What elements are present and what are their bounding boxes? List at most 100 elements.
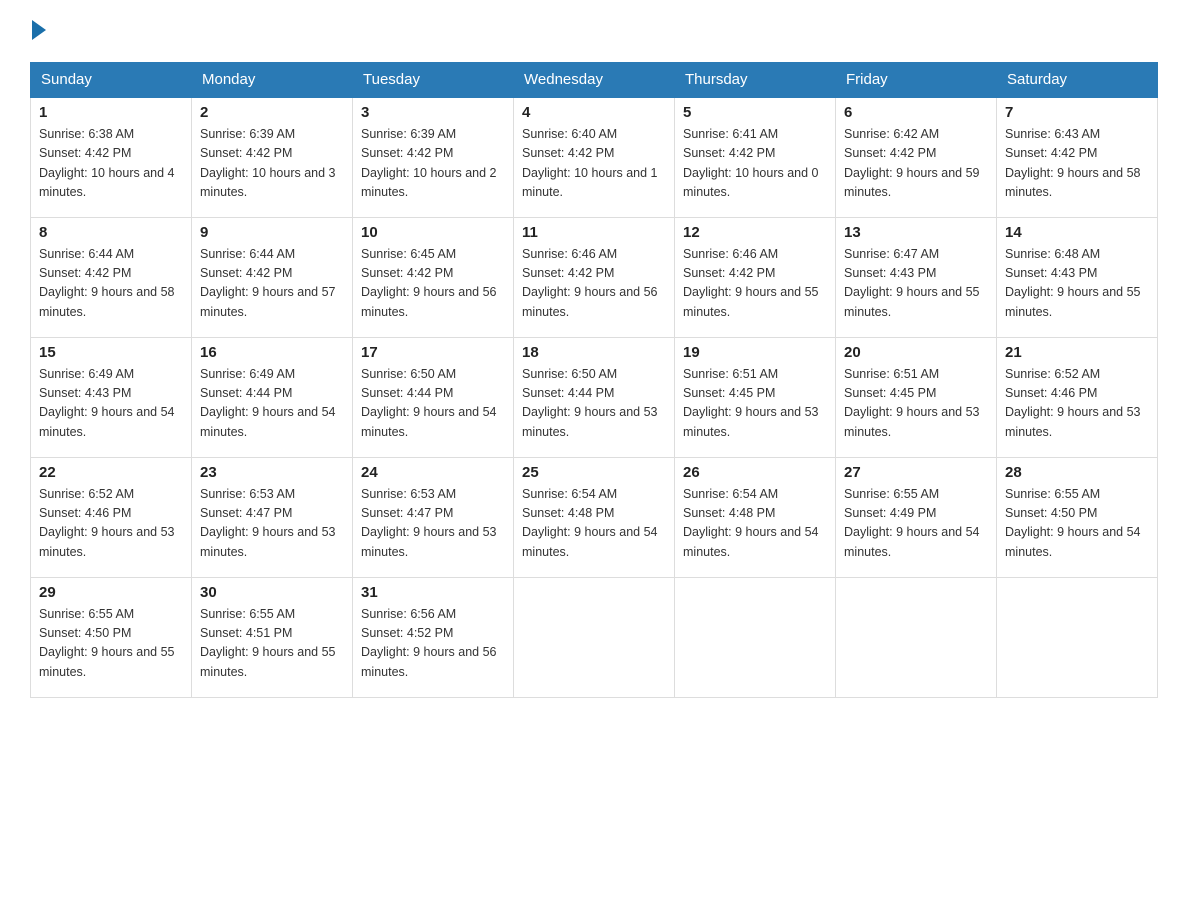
- day-info: Sunrise: 6:41 AMSunset: 4:42 PMDaylight:…: [683, 127, 819, 199]
- day-number: 9: [200, 224, 344, 241]
- day-number: 13: [844, 224, 988, 241]
- day-info: Sunrise: 6:55 AMSunset: 4:51 PMDaylight:…: [200, 607, 336, 679]
- day-info: Sunrise: 6:46 AMSunset: 4:42 PMDaylight:…: [683, 247, 819, 319]
- day-info: Sunrise: 6:43 AMSunset: 4:42 PMDaylight:…: [1005, 127, 1141, 199]
- logo-blue-container: [30, 20, 46, 44]
- calendar-cell: 18 Sunrise: 6:50 AMSunset: 4:44 PMDaylig…: [514, 337, 675, 457]
- day-info: Sunrise: 6:39 AMSunset: 4:42 PMDaylight:…: [361, 127, 497, 199]
- calendar-cell: 1 Sunrise: 6:38 AMSunset: 4:42 PMDayligh…: [31, 97, 192, 217]
- day-info: Sunrise: 6:48 AMSunset: 4:43 PMDaylight:…: [1005, 247, 1141, 319]
- calendar-week-row: 8 Sunrise: 6:44 AMSunset: 4:42 PMDayligh…: [31, 217, 1158, 337]
- day-number: 6: [844, 104, 988, 121]
- calendar-cell: 20 Sunrise: 6:51 AMSunset: 4:45 PMDaylig…: [836, 337, 997, 457]
- calendar-cell: 24 Sunrise: 6:53 AMSunset: 4:47 PMDaylig…: [353, 457, 514, 577]
- day-info: Sunrise: 6:42 AMSunset: 4:42 PMDaylight:…: [844, 127, 980, 199]
- calendar-cell: 3 Sunrise: 6:39 AMSunset: 4:42 PMDayligh…: [353, 97, 514, 217]
- calendar-cell: 4 Sunrise: 6:40 AMSunset: 4:42 PMDayligh…: [514, 97, 675, 217]
- day-info: Sunrise: 6:50 AMSunset: 4:44 PMDaylight:…: [361, 367, 497, 439]
- day-info: Sunrise: 6:55 AMSunset: 4:49 PMDaylight:…: [844, 487, 980, 559]
- calendar-cell: 5 Sunrise: 6:41 AMSunset: 4:42 PMDayligh…: [675, 97, 836, 217]
- calendar-header-row: SundayMondayTuesdayWednesdayThursdayFrid…: [31, 63, 1158, 98]
- calendar-cell: [675, 577, 836, 697]
- page-header: [30, 20, 1158, 44]
- day-number: 10: [361, 224, 505, 241]
- day-number: 11: [522, 224, 666, 241]
- column-header-wednesday: Wednesday: [514, 63, 675, 98]
- calendar-cell: [997, 577, 1158, 697]
- day-info: Sunrise: 6:39 AMSunset: 4:42 PMDaylight:…: [200, 127, 336, 199]
- calendar-cell: 6 Sunrise: 6:42 AMSunset: 4:42 PMDayligh…: [836, 97, 997, 217]
- day-info: Sunrise: 6:46 AMSunset: 4:42 PMDaylight:…: [522, 247, 658, 319]
- column-header-monday: Monday: [192, 63, 353, 98]
- calendar-cell: 15 Sunrise: 6:49 AMSunset: 4:43 PMDaylig…: [31, 337, 192, 457]
- day-info: Sunrise: 6:44 AMSunset: 4:42 PMDaylight:…: [39, 247, 175, 319]
- day-number: 20: [844, 344, 988, 361]
- day-number: 30: [200, 584, 344, 601]
- calendar-cell: 13 Sunrise: 6:47 AMSunset: 4:43 PMDaylig…: [836, 217, 997, 337]
- day-number: 22: [39, 464, 183, 481]
- day-number: 26: [683, 464, 827, 481]
- calendar-week-row: 15 Sunrise: 6:49 AMSunset: 4:43 PMDaylig…: [31, 337, 1158, 457]
- day-number: 24: [361, 464, 505, 481]
- calendar-cell: 16 Sunrise: 6:49 AMSunset: 4:44 PMDaylig…: [192, 337, 353, 457]
- day-number: 14: [1005, 224, 1149, 241]
- day-info: Sunrise: 6:50 AMSunset: 4:44 PMDaylight:…: [522, 367, 658, 439]
- day-info: Sunrise: 6:52 AMSunset: 4:46 PMDaylight:…: [1005, 367, 1141, 439]
- day-info: Sunrise: 6:51 AMSunset: 4:45 PMDaylight:…: [844, 367, 980, 439]
- day-number: 15: [39, 344, 183, 361]
- calendar-cell: 23 Sunrise: 6:53 AMSunset: 4:47 PMDaylig…: [192, 457, 353, 577]
- calendar-cell: 22 Sunrise: 6:52 AMSunset: 4:46 PMDaylig…: [31, 457, 192, 577]
- day-number: 25: [522, 464, 666, 481]
- day-info: Sunrise: 6:54 AMSunset: 4:48 PMDaylight:…: [683, 487, 819, 559]
- calendar-cell: 12 Sunrise: 6:46 AMSunset: 4:42 PMDaylig…: [675, 217, 836, 337]
- calendar-cell: 7 Sunrise: 6:43 AMSunset: 4:42 PMDayligh…: [997, 97, 1158, 217]
- calendar-week-row: 29 Sunrise: 6:55 AMSunset: 4:50 PMDaylig…: [31, 577, 1158, 697]
- calendar-cell: [514, 577, 675, 697]
- day-info: Sunrise: 6:52 AMSunset: 4:46 PMDaylight:…: [39, 487, 175, 559]
- day-number: 4: [522, 104, 666, 121]
- day-info: Sunrise: 6:55 AMSunset: 4:50 PMDaylight:…: [39, 607, 175, 679]
- day-number: 3: [361, 104, 505, 121]
- calendar-cell: 26 Sunrise: 6:54 AMSunset: 4:48 PMDaylig…: [675, 457, 836, 577]
- day-info: Sunrise: 6:49 AMSunset: 4:44 PMDaylight:…: [200, 367, 336, 439]
- column-header-thursday: Thursday: [675, 63, 836, 98]
- day-number: 16: [200, 344, 344, 361]
- day-info: Sunrise: 6:56 AMSunset: 4:52 PMDaylight:…: [361, 607, 497, 679]
- calendar-cell: 14 Sunrise: 6:48 AMSunset: 4:43 PMDaylig…: [997, 217, 1158, 337]
- calendar-cell: 9 Sunrise: 6:44 AMSunset: 4:42 PMDayligh…: [192, 217, 353, 337]
- day-info: Sunrise: 6:44 AMSunset: 4:42 PMDaylight:…: [200, 247, 336, 319]
- calendar-cell: 27 Sunrise: 6:55 AMSunset: 4:49 PMDaylig…: [836, 457, 997, 577]
- day-number: 2: [200, 104, 344, 121]
- calendar-cell: 31 Sunrise: 6:56 AMSunset: 4:52 PMDaylig…: [353, 577, 514, 697]
- calendar-cell: 19 Sunrise: 6:51 AMSunset: 4:45 PMDaylig…: [675, 337, 836, 457]
- calendar-cell: 25 Sunrise: 6:54 AMSunset: 4:48 PMDaylig…: [514, 457, 675, 577]
- calendar-week-row: 22 Sunrise: 6:52 AMSunset: 4:46 PMDaylig…: [31, 457, 1158, 577]
- calendar-cell: 30 Sunrise: 6:55 AMSunset: 4:51 PMDaylig…: [192, 577, 353, 697]
- day-info: Sunrise: 6:54 AMSunset: 4:48 PMDaylight:…: [522, 487, 658, 559]
- day-info: Sunrise: 6:53 AMSunset: 4:47 PMDaylight:…: [361, 487, 497, 559]
- day-info: Sunrise: 6:51 AMSunset: 4:45 PMDaylight:…: [683, 367, 819, 439]
- day-number: 5: [683, 104, 827, 121]
- calendar-week-row: 1 Sunrise: 6:38 AMSunset: 4:42 PMDayligh…: [31, 97, 1158, 217]
- day-number: 7: [1005, 104, 1149, 121]
- day-number: 19: [683, 344, 827, 361]
- column-header-saturday: Saturday: [997, 63, 1158, 98]
- day-info: Sunrise: 6:49 AMSunset: 4:43 PMDaylight:…: [39, 367, 175, 439]
- calendar-cell: 28 Sunrise: 6:55 AMSunset: 4:50 PMDaylig…: [997, 457, 1158, 577]
- calendar-cell: 10 Sunrise: 6:45 AMSunset: 4:42 PMDaylig…: [353, 217, 514, 337]
- day-info: Sunrise: 6:45 AMSunset: 4:42 PMDaylight:…: [361, 247, 497, 319]
- column-header-tuesday: Tuesday: [353, 63, 514, 98]
- day-number: 23: [200, 464, 344, 481]
- day-info: Sunrise: 6:38 AMSunset: 4:42 PMDaylight:…: [39, 127, 175, 199]
- logo: [30, 20, 46, 44]
- day-number: 17: [361, 344, 505, 361]
- column-header-friday: Friday: [836, 63, 997, 98]
- day-number: 18: [522, 344, 666, 361]
- day-info: Sunrise: 6:47 AMSunset: 4:43 PMDaylight:…: [844, 247, 980, 319]
- day-number: 29: [39, 584, 183, 601]
- day-number: 1: [39, 104, 183, 121]
- calendar-table: SundayMondayTuesdayWednesdayThursdayFrid…: [30, 62, 1158, 698]
- calendar-cell: [836, 577, 997, 697]
- day-number: 27: [844, 464, 988, 481]
- calendar-cell: 2 Sunrise: 6:39 AMSunset: 4:42 PMDayligh…: [192, 97, 353, 217]
